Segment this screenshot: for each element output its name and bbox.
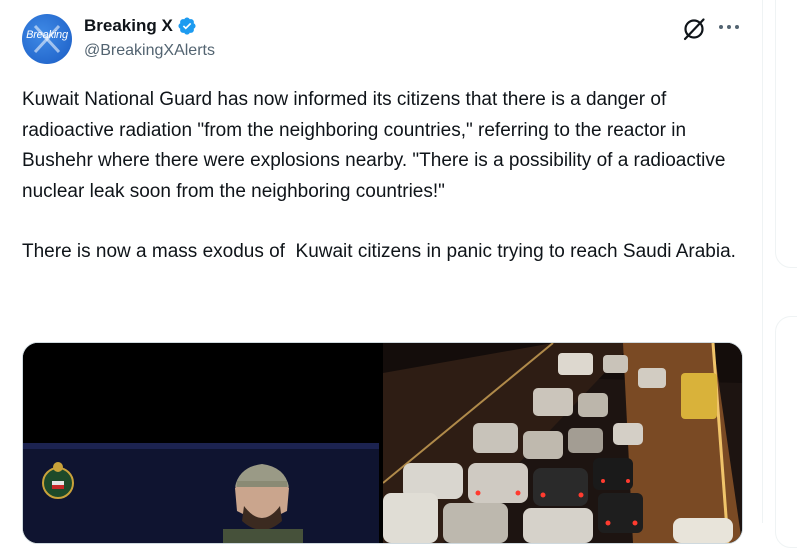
tweet-card[interactable]: Breaking Breaking X @BreakingXAlerts Kuw… xyxy=(0,0,763,544)
tweet-paragraph-2: There is now a mass exodus of Kuwait cit… xyxy=(22,241,736,262)
author-name-row[interactable]: Breaking X xyxy=(84,15,197,37)
media-video-thumbnail[interactable] xyxy=(23,343,379,543)
tweet-text: Kuwait National Guard has now informed i… xyxy=(22,85,752,268)
video-frame xyxy=(23,343,379,543)
media-traffic-photo[interactable] xyxy=(382,343,742,543)
traffic-photo xyxy=(382,343,742,543)
sidebar-card-top xyxy=(775,0,797,268)
author-avatar[interactable]: Breaking xyxy=(22,14,72,64)
author-display-name[interactable]: Breaking X xyxy=(84,16,173,36)
verified-badge-icon xyxy=(178,17,196,35)
author-handle[interactable]: @BreakingXAlerts xyxy=(84,42,215,60)
more-icon[interactable] xyxy=(716,16,742,38)
tweet-paragraph-1: Kuwait National Guard has now informed i… xyxy=(22,89,731,202)
tweet-media[interactable] xyxy=(22,342,743,544)
grok-icon[interactable] xyxy=(681,16,707,42)
right-sidebar-edge xyxy=(763,0,797,548)
sidebar-card-bottom xyxy=(775,316,797,548)
avatar-logo-text: Breaking xyxy=(26,29,68,41)
